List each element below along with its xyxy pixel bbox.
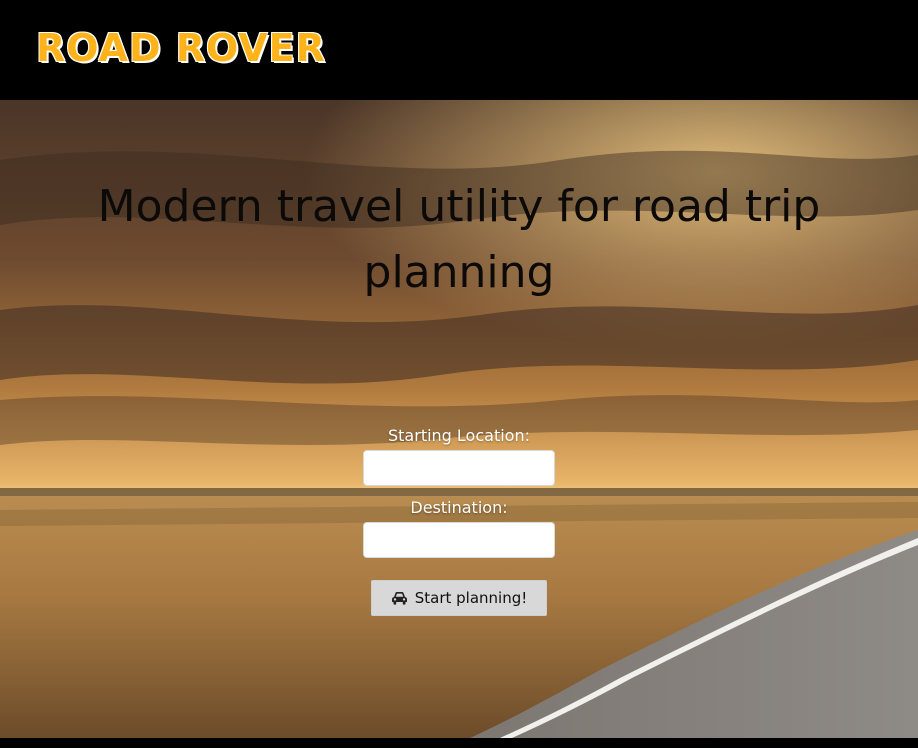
start-location-input[interactable] [363, 450, 555, 486]
hero-headline: Modern travel utility for road trip plan… [97, 181, 821, 298]
car-icon [391, 591, 408, 605]
destination-label: Destination: [410, 498, 508, 517]
destination-input[interactable] [363, 522, 555, 558]
start-location-label: Starting Location: [388, 426, 530, 445]
brand-logo[interactable]: ROAD ROVER [36, 26, 326, 70]
start-planning-label: Start planning! [414, 589, 528, 607]
trip-planner-form: Starting Location: Destination: Start pl… [309, 424, 609, 616]
site-header: ROAD ROVER [0, 0, 918, 100]
start-planning-button[interactable]: Start planning! [371, 580, 547, 616]
bottom-bar [0, 738, 918, 748]
hero-section: Modern travel utility for road trip plan… [0, 100, 918, 738]
